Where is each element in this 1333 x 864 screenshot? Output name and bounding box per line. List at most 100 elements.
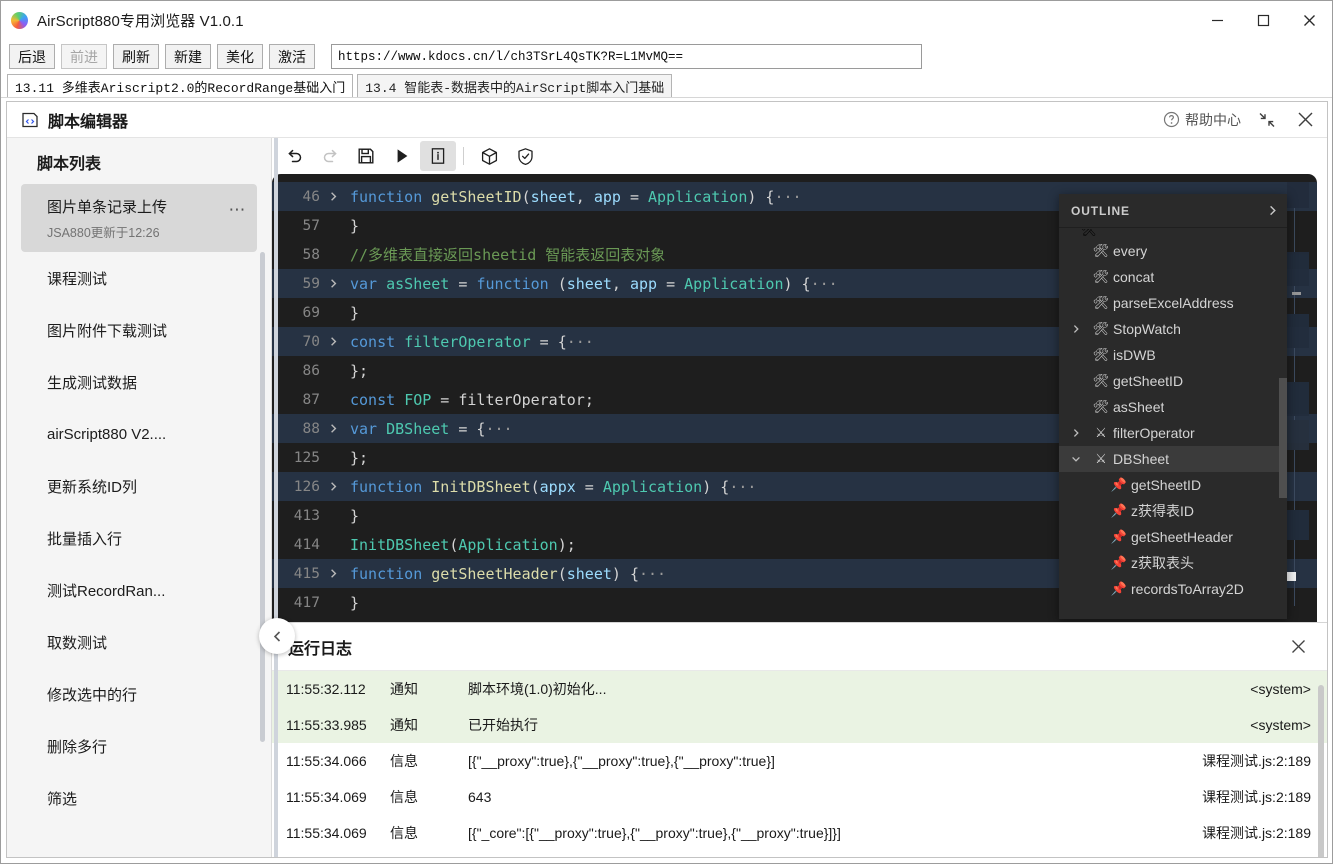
sidebar-resize-divider[interactable] bbox=[274, 138, 278, 857]
outline-item-2[interactable]: 🛠 parseExcelAddress bbox=[1059, 290, 1287, 316]
pin-icon: 📌 bbox=[1110, 477, 1128, 492]
outline-item-8[interactable]: ⚔ DBSheet bbox=[1059, 446, 1287, 472]
chevron-right-icon[interactable] bbox=[1071, 324, 1089, 334]
outline-item-5[interactable]: 🛠 getSheetID bbox=[1059, 368, 1287, 394]
script-list[interactable]: 图片单条记录上传 JSA880更新于12:26 ⋯ 课程测试 图片附件下载测试 … bbox=[7, 184, 271, 857]
log-time: 11:55:34.066 bbox=[286, 753, 367, 769]
log-level: 信息 bbox=[390, 789, 418, 805]
help-center-link[interactable]: 帮助中心 bbox=[1163, 110, 1241, 130]
outline-item-12[interactable]: 📌 z获取表头 bbox=[1059, 550, 1287, 576]
sidebar-collapse-button[interactable] bbox=[259, 618, 295, 654]
script-list-item-11[interactable]: 筛选 bbox=[21, 772, 257, 824]
close-icon[interactable] bbox=[1286, 1, 1332, 39]
beautify-button[interactable]: 美化 bbox=[217, 44, 263, 69]
script-list-item-8[interactable]: 取数测试 bbox=[21, 616, 257, 668]
fold-chevron-icon[interactable] bbox=[328, 568, 348, 579]
run-log-panel: 运行日志 11:55:32.112 通知 脚本环境(1.0)初始化... <syste… bbox=[272, 622, 1327, 857]
maximize-icon[interactable] bbox=[1240, 1, 1286, 39]
script-item-name: 更新系统ID列 bbox=[47, 478, 138, 496]
script-list-item-1[interactable]: 课程测试 bbox=[21, 252, 257, 304]
new-button[interactable]: 新建 bbox=[165, 44, 211, 69]
log-row[interactable]: 11:55:34.069 信息 643 课程测试.js:2:189 bbox=[272, 779, 1327, 815]
log-button[interactable] bbox=[420, 141, 456, 171]
line-number: 69 bbox=[302, 304, 320, 321]
script-list-item-6[interactable]: 批量插入行 bbox=[21, 512, 257, 564]
window-controls bbox=[1194, 1, 1332, 39]
log-time: 11:55:32.112 bbox=[286, 681, 366, 697]
tools-icon: 🛠 bbox=[1080, 229, 1098, 237]
fold-chevron-icon[interactable] bbox=[328, 191, 348, 202]
log-row[interactable]: 11:55:34.070信息undefined课程测试.js:2:189 bbox=[272, 851, 1327, 857]
outline-item-label: filterOperator bbox=[1113, 425, 1195, 441]
code-editor[interactable]: 46 function getSheetID(sheet, app = Appli… bbox=[272, 174, 1317, 622]
outline-item-label: z获取表头 bbox=[1131, 555, 1194, 571]
security-button[interactable] bbox=[507, 141, 543, 171]
code-text: }; bbox=[350, 361, 369, 380]
outline-item-partial: 🛠 bbox=[1059, 229, 1287, 238]
outline-items[interactable]: 🛠 🛠 every 🛠 concat 🛠 parseExcelAddress 🛠 StopWa… bbox=[1059, 228, 1287, 619]
code-minimap[interactable] bbox=[1287, 174, 1309, 622]
log-row[interactable]: 11:55:33.985 通知 已开始执行 <system> bbox=[272, 707, 1327, 743]
refresh-button[interactable]: 刷新 bbox=[113, 44, 159, 69]
code-text: }; bbox=[350, 448, 369, 467]
log-level: 信息 bbox=[390, 753, 418, 769]
chevron-down-icon[interactable] bbox=[1071, 454, 1089, 464]
script-list-item-3[interactable]: 生成测试数据 bbox=[21, 356, 257, 408]
script-item-name: 筛选 bbox=[47, 790, 78, 808]
run-log-scrollbar[interactable] bbox=[1318, 685, 1324, 857]
url-input[interactable]: https://www.kdocs.cn/l/ch3TSrL4QsTK?R=L1… bbox=[331, 44, 922, 69]
outline-item-4[interactable]: 🛠 isDWB bbox=[1059, 342, 1287, 368]
collapse-window-icon[interactable] bbox=[1255, 108, 1279, 132]
script-list-scrollbar[interactable] bbox=[260, 252, 265, 742]
fold-chevron-icon[interactable] bbox=[328, 423, 348, 434]
close-icon[interactable] bbox=[1285, 634, 1311, 660]
activate-button[interactable]: 激活 bbox=[269, 44, 315, 69]
fold-chevron-icon[interactable] bbox=[328, 278, 348, 289]
chevron-right-icon[interactable] bbox=[1266, 204, 1279, 217]
ellipsis-icon[interactable]: ⋯ bbox=[229, 196, 248, 220]
redo-icon bbox=[321, 147, 340, 166]
run-log-rows[interactable]: 11:55:32.112 通知 脚本环境(1.0)初始化... <system> 11:… bbox=[272, 671, 1327, 857]
save-button[interactable] bbox=[348, 141, 384, 171]
script-item-name: 取数测试 bbox=[47, 634, 108, 652]
outline-item-11[interactable]: 📌 getSheetHeader bbox=[1059, 524, 1287, 550]
outline-scrollbar[interactable] bbox=[1279, 378, 1287, 498]
minimize-icon[interactable] bbox=[1194, 1, 1240, 39]
outline-item-6[interactable]: 🛠 asSheet bbox=[1059, 394, 1287, 420]
cube-icon bbox=[480, 147, 499, 166]
undo-button[interactable] bbox=[276, 141, 312, 171]
log-row[interactable]: 11:55:32.112 通知 脚本环境(1.0)初始化... <system> bbox=[272, 671, 1327, 707]
log-message: 643 bbox=[468, 789, 492, 805]
fold-chevron-icon[interactable] bbox=[328, 481, 348, 492]
log-message: 脚本环境(1.0)初始化... bbox=[468, 681, 607, 697]
outline-item-0[interactable]: 🛠 every bbox=[1059, 238, 1287, 264]
outline-item-10[interactable]: 📌 z获得表ID bbox=[1059, 498, 1287, 524]
script-list-item-4[interactable]: airScript880 V2.... bbox=[21, 408, 257, 460]
script-list-item-5[interactable]: 更新系统ID列 bbox=[21, 460, 257, 512]
script-list-item-9[interactable]: 修改选中的行 bbox=[21, 668, 257, 720]
back-button[interactable]: 后退 bbox=[9, 44, 55, 69]
script-list-item-10[interactable]: 删除多行 bbox=[21, 720, 257, 772]
tools-icon: 🛠 bbox=[1092, 347, 1110, 362]
log-row[interactable]: 11:55:34.069 信息 [{"_core":[{"__proxy":true… bbox=[272, 815, 1327, 851]
script-item-name: 删除多行 bbox=[47, 738, 108, 756]
browser-tab-0[interactable]: 13.11 多维表Ariscript2.0的RecordRange基础入门 bbox=[7, 74, 354, 97]
chevron-right-icon[interactable] bbox=[1071, 428, 1089, 438]
fold-chevron-icon[interactable] bbox=[328, 336, 348, 347]
outline-item-3[interactable]: 🛠 StopWatch bbox=[1059, 316, 1287, 342]
outline-panel[interactable]: OUTLINE 🛠 🛠 every 🛠 concat 🛠 parseExcelAddres… bbox=[1059, 194, 1287, 619]
outline-item-7[interactable]: ⚔ filterOperator bbox=[1059, 420, 1287, 446]
log-row[interactable]: 11:55:34.066 信息 [{"__proxy":true},{"__prox… bbox=[272, 743, 1327, 779]
outline-item-1[interactable]: 🛠 concat bbox=[1059, 264, 1287, 290]
script-list-item-0[interactable]: 图片单条记录上传 JSA880更新于12:26 ⋯ bbox=[21, 184, 257, 252]
outline-item-9[interactable]: 📌 getSheetID bbox=[1059, 472, 1287, 498]
browser-tab-1[interactable]: 13.4 智能表-数据表中的AirScript脚本入门基础 bbox=[357, 74, 673, 97]
info-document-icon bbox=[429, 147, 447, 165]
script-list-item-2[interactable]: 图片附件下载测试 bbox=[21, 304, 257, 356]
package-button[interactable] bbox=[471, 141, 507, 171]
run-button[interactable] bbox=[384, 141, 420, 171]
close-icon[interactable] bbox=[1293, 108, 1317, 132]
tools-icon: 🛠 bbox=[1092, 269, 1110, 284]
script-list-item-7[interactable]: 测试RecordRan... bbox=[21, 564, 257, 616]
outline-item-13[interactable]: 📌 recordsToArray2D bbox=[1059, 576, 1287, 602]
